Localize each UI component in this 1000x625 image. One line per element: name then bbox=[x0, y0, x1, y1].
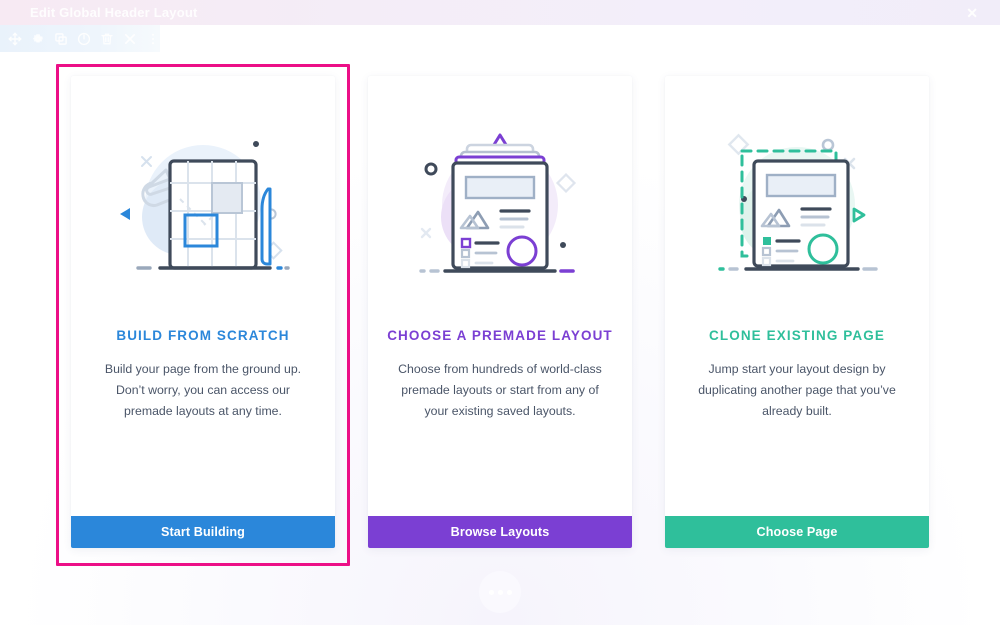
global-header-title: Edit Global Header Layout bbox=[30, 5, 198, 20]
card-build-from-scratch[interactable]: BUILD FROM SCRATCH Build your page from … bbox=[56, 64, 350, 566]
card-clone-existing-page[interactable]: CLONE EXISTING PAGE Jump start your layo… bbox=[665, 76, 929, 548]
power-toggle-icon[interactable] bbox=[77, 31, 92, 47]
card-spacer bbox=[71, 422, 335, 516]
fab-dot bbox=[488, 589, 494, 595]
fab-dot bbox=[497, 589, 503, 595]
card-description: Jump start your layout design by duplica… bbox=[698, 362, 896, 418]
more-options-icon[interactable] bbox=[145, 31, 160, 47]
card-title: BUILD FROM SCRATCH bbox=[116, 328, 290, 343]
browse-layouts-button[interactable]: Browse Layouts bbox=[368, 516, 632, 548]
card-spacer bbox=[665, 422, 929, 516]
card-spacer bbox=[368, 422, 632, 516]
clone-page-illustration bbox=[665, 76, 929, 326]
choose-page-button[interactable]: Choose Page bbox=[665, 516, 929, 548]
card-title: CLONE EXISTING PAGE bbox=[709, 328, 885, 343]
move-icon[interactable] bbox=[8, 31, 23, 47]
close-icon[interactable]: ✕ bbox=[966, 6, 978, 20]
blueprint-grid-illustration bbox=[71, 76, 335, 326]
card-description: Choose from hundreds of world-class prem… bbox=[398, 362, 602, 418]
card-title: CHOOSE A PREMADE LAYOUT bbox=[387, 328, 613, 343]
global-header-bar: Edit Global Header Layout ✕ bbox=[0, 0, 1000, 25]
card-body[interactable]: CHOOSE A PREMADE LAYOUT Choose from hund… bbox=[368, 76, 632, 548]
layout-choice-cards: BUILD FROM SCRATCH Build your page from … bbox=[0, 0, 1000, 625]
fab-dot bbox=[506, 589, 512, 595]
divi-builder-screen: Edit Global Header Layout ✕ BUILD FROM S… bbox=[0, 0, 1000, 625]
card-choose-premade-layout[interactable]: CHOOSE A PREMADE LAYOUT Choose from hund… bbox=[368, 76, 632, 548]
trash-icon[interactable] bbox=[99, 31, 114, 47]
start-building-button[interactable]: Start Building bbox=[71, 516, 335, 548]
duplicate-icon[interactable] bbox=[54, 31, 69, 47]
card-body[interactable]: CLONE EXISTING PAGE Jump start your layo… bbox=[665, 76, 929, 548]
close-icon[interactable] bbox=[122, 31, 137, 47]
card-body[interactable]: BUILD FROM SCRATCH Build your page from … bbox=[71, 76, 335, 548]
stacked-pages-illustration bbox=[368, 76, 632, 326]
gear-icon[interactable] bbox=[31, 31, 46, 47]
more-options-fab[interactable] bbox=[479, 571, 521, 613]
module-toolbar bbox=[0, 25, 160, 52]
card-description: Build your page from the ground up. Don’… bbox=[104, 362, 302, 418]
